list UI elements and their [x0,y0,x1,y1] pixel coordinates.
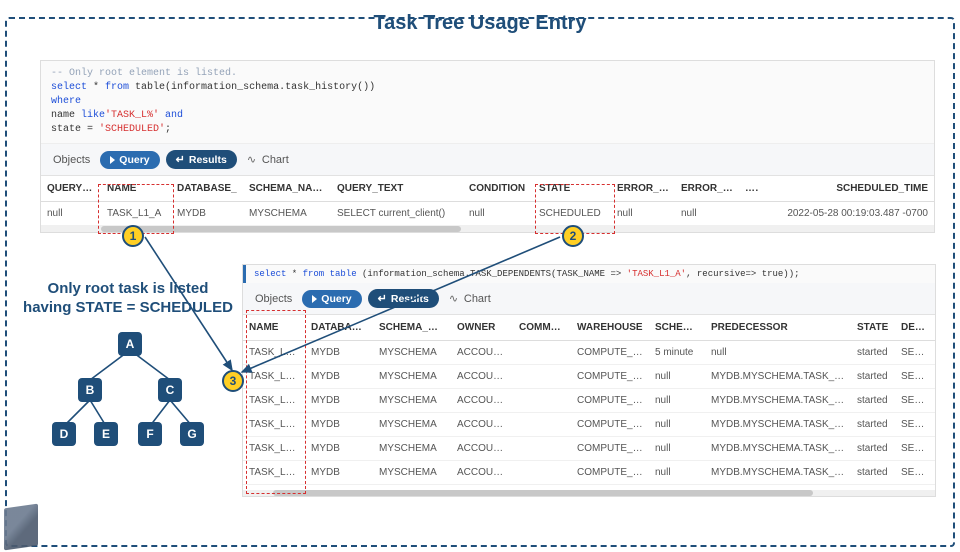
col-error-code[interactable]: ERROR_COD [611,176,675,202]
toolbar-top: Objects Query ↵Results ∿ Chart [41,144,934,176]
tree-node-f: F [138,422,162,446]
col-schema-b[interactable]: SCHEMA_NAME [373,315,451,341]
col-schedule-b[interactable]: SCHEDULE [649,315,705,341]
table-row[interactable]: TASK_L1_AMYDBMYSCHEMAACCOUNTACOMPUTE_WH5… [243,341,935,365]
col-state-b[interactable]: STATE [851,315,895,341]
col-wh-b[interactable]: WAREHOUSE [571,315,649,341]
col-db-b[interactable]: DATABASE_N [305,315,373,341]
tree-node-b: B [78,378,102,402]
col-name-b[interactable]: NAME [243,315,305,341]
col-pred-b[interactable]: PREDECESSOR [705,315,851,341]
table-row[interactable]: TASK_L2_BMYDBMYSCHEMAACCOUNTACOMPUTE_WHn… [243,365,935,389]
col-error-msg[interactable]: ERROR_ME! [675,176,739,202]
sql-code-bottom: select * from table (information_schema.… [243,265,935,283]
table-row[interactable]: TASK_L3_FMYDBMYSCHEMAACCOUNTACOMPUTE_WHn… [243,461,935,485]
corner-decoration [4,504,38,551]
col-condition[interactable]: CONDITION [463,176,533,202]
table-row[interactable]: TASK_L3_EMYDBMYSCHEMAACCOUNTACOMPUTE_WHn… [243,437,935,461]
col-name[interactable]: NAME [101,176,171,202]
marker-2: 2 [562,225,584,247]
tab-query-b[interactable]: Query [302,290,361,308]
col-scheduled-time[interactable]: SCHEDULED_TIME [759,176,934,202]
tree-node-a: A [118,332,142,356]
tree-node-e: E [94,422,118,446]
tree-node-d: D [52,422,76,446]
table-row[interactable]: TASK_L3_DMYDBMYSCHEMAACCOUNTACOMPUTE_WHn… [243,413,935,437]
table-row[interactable]: null TASK_L1_A MYDB MYSCHEMA SELECT curr… [41,202,934,226]
tree-node-g: G [180,422,204,446]
col-database[interactable]: DATABASE_ [171,176,243,202]
col-schema[interactable]: SCHEMA_NAME [243,176,331,202]
tab-results[interactable]: ↵Results [166,150,237,169]
results-table-bottom: NAME DATABASE_N SCHEMA_NAME OWNER COMMEN… [243,315,935,490]
table-row[interactable]: TASK_L2_CMYDBMYSCHEMAACCOUNTACOMPUTE_WHn… [243,389,935,413]
tab-objects[interactable]: Objects [49,152,94,168]
tab-chart[interactable]: ∿ Chart [243,151,293,168]
return-arrow-icon: ↵ [176,153,185,166]
chart-icon: ∿ [247,153,259,166]
task-tree-diagram: A B C D E F G [40,330,220,448]
col-def-b[interactable]: DEFINIT [895,315,935,341]
col-query-text[interactable]: QUERY_TEXT [331,176,463,202]
h-scrollbar-b[interactable] [243,490,935,496]
tab-chart-b[interactable]: ∿ Chart [445,290,495,307]
tree-node-c: C [158,378,182,402]
bottom-query-panel: select * from table (information_schema.… [242,264,936,497]
marker-1: 1 [122,225,144,247]
sql-code-top: -- Only root element is listed. select *… [41,61,934,144]
toolbar-bottom: Objects Query ↵Results ∿ Chart [243,283,935,315]
chart-icon: ∿ [449,292,461,305]
col-more[interactable]: … [739,176,759,202]
h-scrollbar[interactable] [41,226,934,232]
return-arrow-icon: ↵ [378,292,387,305]
tab-query[interactable]: Query [100,151,159,169]
play-icon [110,156,115,164]
play-icon [312,295,317,303]
caption-text: Only root task is listed having STATE = … [22,280,234,318]
col-query-id[interactable]: QUERY_ID [41,176,101,202]
tab-results-b[interactable]: ↵Results [368,289,439,308]
col-owner-b[interactable]: OWNER [451,315,513,341]
col-state[interactable]: STATE [533,176,611,202]
results-table-top: QUERY_ID NAME DATABASE_ SCHEMA_NAME QUER… [41,176,934,226]
col-comment-b[interactable]: COMMENT [513,315,571,341]
marker-3: 3 [222,370,244,392]
tab-objects-b[interactable]: Objects [251,291,296,307]
top-query-panel: -- Only root element is listed. select *… [40,60,935,233]
